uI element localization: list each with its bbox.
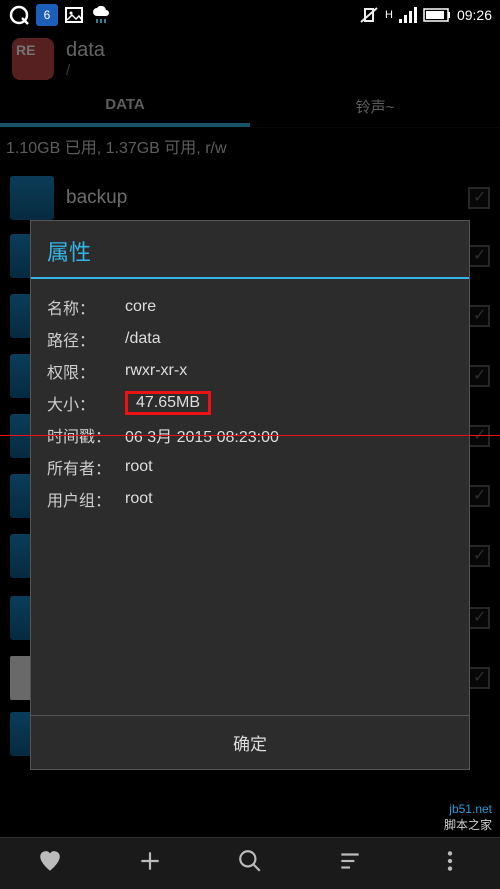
prop-label: 路径： <box>47 327 117 351</box>
clock: 09:26 <box>457 7 492 23</box>
prop-value: rwxr-xr-x <box>125 362 187 380</box>
bottom-toolbar <box>0 837 500 889</box>
status-bar: 6 H 09:26 <box>0 0 500 30</box>
annotation-line <box>0 435 500 436</box>
weather-icon <box>90 4 112 26</box>
search-button[interactable] <box>237 848 263 880</box>
dialog-ok-button[interactable]: 确定 <box>31 715 469 769</box>
watermark-text: 脚本之家 <box>444 816 492 833</box>
prop-name: 名称： core <box>47 291 453 323</box>
prop-perm: 权限： rwxr-xr-x <box>47 355 453 387</box>
dialog-divider <box>31 277 469 279</box>
prop-value: /data <box>125 330 161 348</box>
calendar-day: 6 <box>44 8 51 22</box>
dialog-title: 属性 <box>31 221 469 277</box>
add-button[interactable] <box>137 848 163 880</box>
prop-value-highlighted: 47.65MB <box>125 391 211 415</box>
favorite-button[interactable] <box>37 848 63 880</box>
ok-label: 确定 <box>233 735 267 754</box>
prop-label: 名称： <box>47 295 117 319</box>
vibrate-icon <box>359 5 379 25</box>
prop-label: 用户组： <box>47 487 117 511</box>
prop-label: 权限： <box>47 359 117 383</box>
battery-icon <box>423 8 451 22</box>
calendar-icon: 6 <box>36 4 58 26</box>
sort-button[interactable] <box>337 848 363 880</box>
prop-value: root <box>125 490 153 508</box>
prop-owner: 所有者： root <box>47 451 453 483</box>
app-q-icon <box>8 4 30 26</box>
signal-icon <box>399 7 417 23</box>
properties-dialog: 属性 名称： core 路径： /data 权限： rwxr-xr-x 大小： … <box>30 220 470 770</box>
prop-value: core <box>125 298 156 316</box>
prop-group: 用户组： root <box>47 483 453 515</box>
prop-value: root <box>125 458 153 476</box>
dialog-body: 名称： core 路径： /data 权限： rwxr-xr-x 大小： 47.… <box>31 283 469 715</box>
network-type: H <box>385 9 393 21</box>
prop-size: 大小： 47.65MB <box>47 387 453 419</box>
watermark-url: jb51.net <box>444 802 492 816</box>
prop-label: 所有者： <box>47 455 117 479</box>
overflow-menu-button[interactable] <box>437 848 463 880</box>
prop-label: 大小： <box>47 391 117 415</box>
gallery-icon <box>64 5 84 25</box>
watermark: jb51.net 脚本之家 <box>444 802 492 833</box>
prop-path: 路径： /data <box>47 323 453 355</box>
